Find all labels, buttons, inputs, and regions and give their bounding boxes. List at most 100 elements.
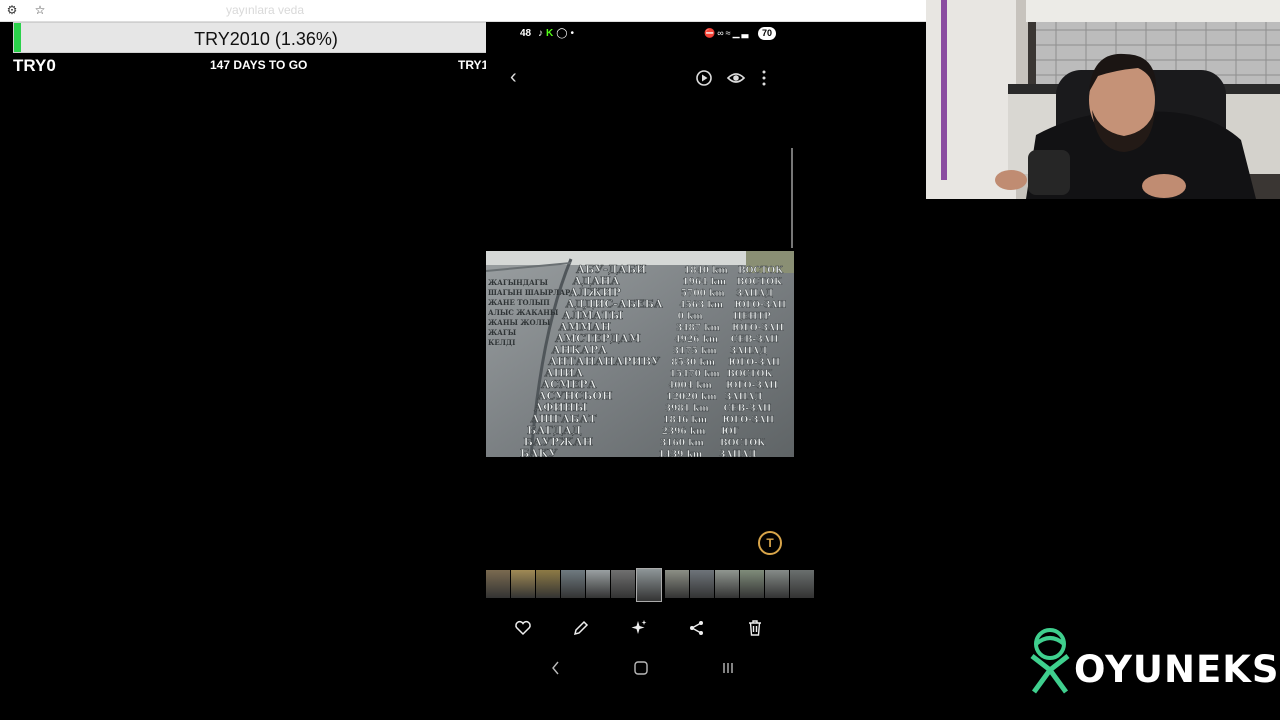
- browser-topbar: ⚙ ☆ yayınlara veda: [0, 0, 926, 22]
- wifi-icon: ≈: [725, 28, 733, 38]
- plaque-distance: 4004 km: [668, 381, 712, 391]
- gallery-photo[interactable]: ЖАГЫНДАГЫ ШАГЫН ШАЫРЛАР ЖАНЕ ТОЛЫП АЛЫС ЖАК…: [486, 251, 794, 457]
- thumbnail[interactable]: [586, 570, 610, 598]
- phone-screen: 48 ♪K◯• ⛔∞≈▁▃ 70 ‹ ЖАГЫНДАГЫ ШАГЫН ШАЫРЛ…: [486, 22, 814, 720]
- plaque-direction: ЦЕНТР: [733, 312, 771, 322]
- plaque-left-text: ШАГЫН ШАЫРЛАР: [488, 288, 571, 297]
- plaque-direction: ЮГО-ЗАП: [732, 324, 784, 334]
- status-right-icons: ⛔∞≈▁▃: [704, 28, 750, 39]
- plaque-left-text: КЕЛДІ: [488, 338, 515, 347]
- oyuneks-logo: OYUNEKS: [1024, 626, 1279, 696]
- trash-icon[interactable]: [745, 618, 765, 638]
- plaque-distance: 1439 km: [658, 450, 702, 457]
- status-time: 48: [520, 28, 532, 39]
- plaque-distance: 3981 km: [665, 404, 709, 414]
- status-left-icons: ♪K◯•: [538, 28, 577, 39]
- plaque-distance: 0 km: [678, 312, 704, 322]
- text-extract-button[interactable]: T: [758, 531, 782, 555]
- plaque-distance: 2396 km: [662, 427, 706, 437]
- plaque-direction: ЗАПАД: [719, 450, 757, 457]
- plaque-direction: ЗАПАД: [736, 289, 774, 299]
- plaque-distance: 1840 km: [684, 266, 728, 276]
- thumbnail[interactable]: [690, 570, 714, 598]
- plaque-direction: ВОСТОК: [737, 278, 783, 288]
- plaque-distance: 3487 km: [676, 324, 720, 334]
- back-nav-icon[interactable]: [548, 660, 564, 676]
- plaque-left-text: ЖАГЫ: [488, 328, 517, 337]
- plaque-direction: ЮГ: [721, 427, 740, 437]
- scroll-indicator[interactable]: [791, 148, 793, 248]
- share-icon[interactable]: [687, 618, 707, 638]
- viewer-bottom-actions: [486, 618, 794, 638]
- signal-icon: ▁▃: [732, 28, 751, 38]
- tiktok-icon: ♪: [538, 28, 546, 39]
- donation-goal-bar: TRY2010 (1.36%): [13, 22, 519, 53]
- plaque-direction: СЕВ-ЗАП: [724, 404, 772, 414]
- webcam-image: [926, 0, 1280, 199]
- plaque-city: БАКУ: [520, 447, 557, 457]
- mascot-icon: [1030, 628, 1070, 694]
- thumbnail[interactable]: [536, 570, 560, 598]
- plaque-direction: ВОСТОК: [720, 439, 766, 449]
- plaque-direction: ВОСТОК: [738, 266, 784, 276]
- donation-goal-min: TRY0: [13, 56, 56, 75]
- plaque-left-text: ЖАНЫ ЖОЛЫ: [488, 318, 551, 327]
- pencil-icon[interactable]: [571, 618, 591, 638]
- sparkle-icon[interactable]: [629, 618, 649, 638]
- plaque-direction: ВОСТОК: [727, 370, 773, 380]
- back-icon[interactable]: ‹: [510, 67, 517, 87]
- play-icon[interactable]: [694, 68, 714, 88]
- plaque-photo: ЖАГЫНДАГЫШАГЫН ШАЫРЛАРЖАНЕ ТОЛЫПАЛЫС ЖАК…: [486, 251, 794, 457]
- android-navbar: [486, 660, 794, 676]
- plaque-direction: ЮГО-ЗАП: [728, 358, 780, 368]
- thumbnail[interactable]: [665, 570, 689, 598]
- donation-goal-label: TRY2010 (1.36%): [194, 29, 338, 49]
- plaque-distance: 1846 km: [663, 416, 707, 426]
- plaque-direction: ЗАПАД: [725, 393, 763, 403]
- plaque-direction: ЮГО-ЗАП: [734, 301, 786, 311]
- thumbnail[interactable]: [611, 570, 635, 598]
- browser-title: yayınlara veda: [225, 3, 305, 17]
- thumbnail[interactable]: [561, 570, 585, 598]
- do-not-disturb-icon: ⛔: [704, 28, 718, 38]
- plaque-distance: 3175 km: [673, 347, 717, 357]
- plaque-direction: ЮГО-ЗАП: [722, 416, 774, 426]
- plaque-direction: ЗАПАД: [730, 347, 768, 357]
- thumbnail[interactable]: [486, 570, 510, 598]
- thumbnail[interactable]: [715, 570, 739, 598]
- more-vert-icon[interactable]: [754, 68, 774, 88]
- thumbnail[interactable]: [765, 570, 789, 598]
- viewer-top-actions: ‹: [486, 67, 794, 88]
- plaque-direction: ЮГО-ЗАП: [726, 381, 778, 391]
- thumbnail[interactable]: [511, 570, 535, 598]
- heart-icon[interactable]: [513, 618, 533, 638]
- plaque-distance: 1964 km: [682, 278, 726, 288]
- thumbnail[interactable]: [790, 570, 814, 598]
- logo-wordmark: OYUNEKS: [1074, 648, 1280, 691]
- instagram-icon: ◯: [556, 28, 571, 39]
- battery-indicator: 70: [758, 27, 776, 40]
- plaque-distance: 5700 km: [681, 289, 725, 299]
- plaque-distance: 8530 km: [671, 358, 715, 368]
- recents-nav-icon[interactable]: [720, 660, 736, 676]
- plaque-left-text: АЛЫС ЖАКАНЫ: [488, 308, 559, 317]
- link-icon: ∞: [717, 28, 726, 38]
- plaque-direction: СЕВ-ЗАП: [731, 335, 779, 345]
- plaque-left-text: ЖАНЕ ТОЛЫП: [488, 298, 550, 307]
- thumbnail[interactable]: [740, 570, 764, 598]
- dot-icon: •: [570, 28, 577, 39]
- webcam-feed: [926, 0, 1280, 199]
- plaque-left-text: ЖАГЫНДАГЫ: [488, 278, 549, 287]
- home-nav-icon[interactable]: [633, 660, 649, 676]
- plaque-distance: 4926 km: [674, 335, 718, 345]
- plaque-distance: 12020 km: [666, 393, 717, 403]
- eye-icon[interactable]: [726, 68, 746, 88]
- kick-icon: K: [546, 28, 557, 39]
- plaque-distance: 15470 km: [670, 370, 721, 380]
- thumbnail-selected[interactable]: [636, 568, 662, 602]
- plaque-distance: 3160 km: [660, 439, 704, 449]
- thumbnail-strip[interactable]: [486, 568, 814, 602]
- status-bar: 48 ♪K◯• ⛔∞≈▁▃ 70: [486, 27, 794, 42]
- donation-goal-days: 147 DAYS TO GO: [210, 58, 308, 72]
- plaque-distance: 4563 km: [679, 301, 723, 311]
